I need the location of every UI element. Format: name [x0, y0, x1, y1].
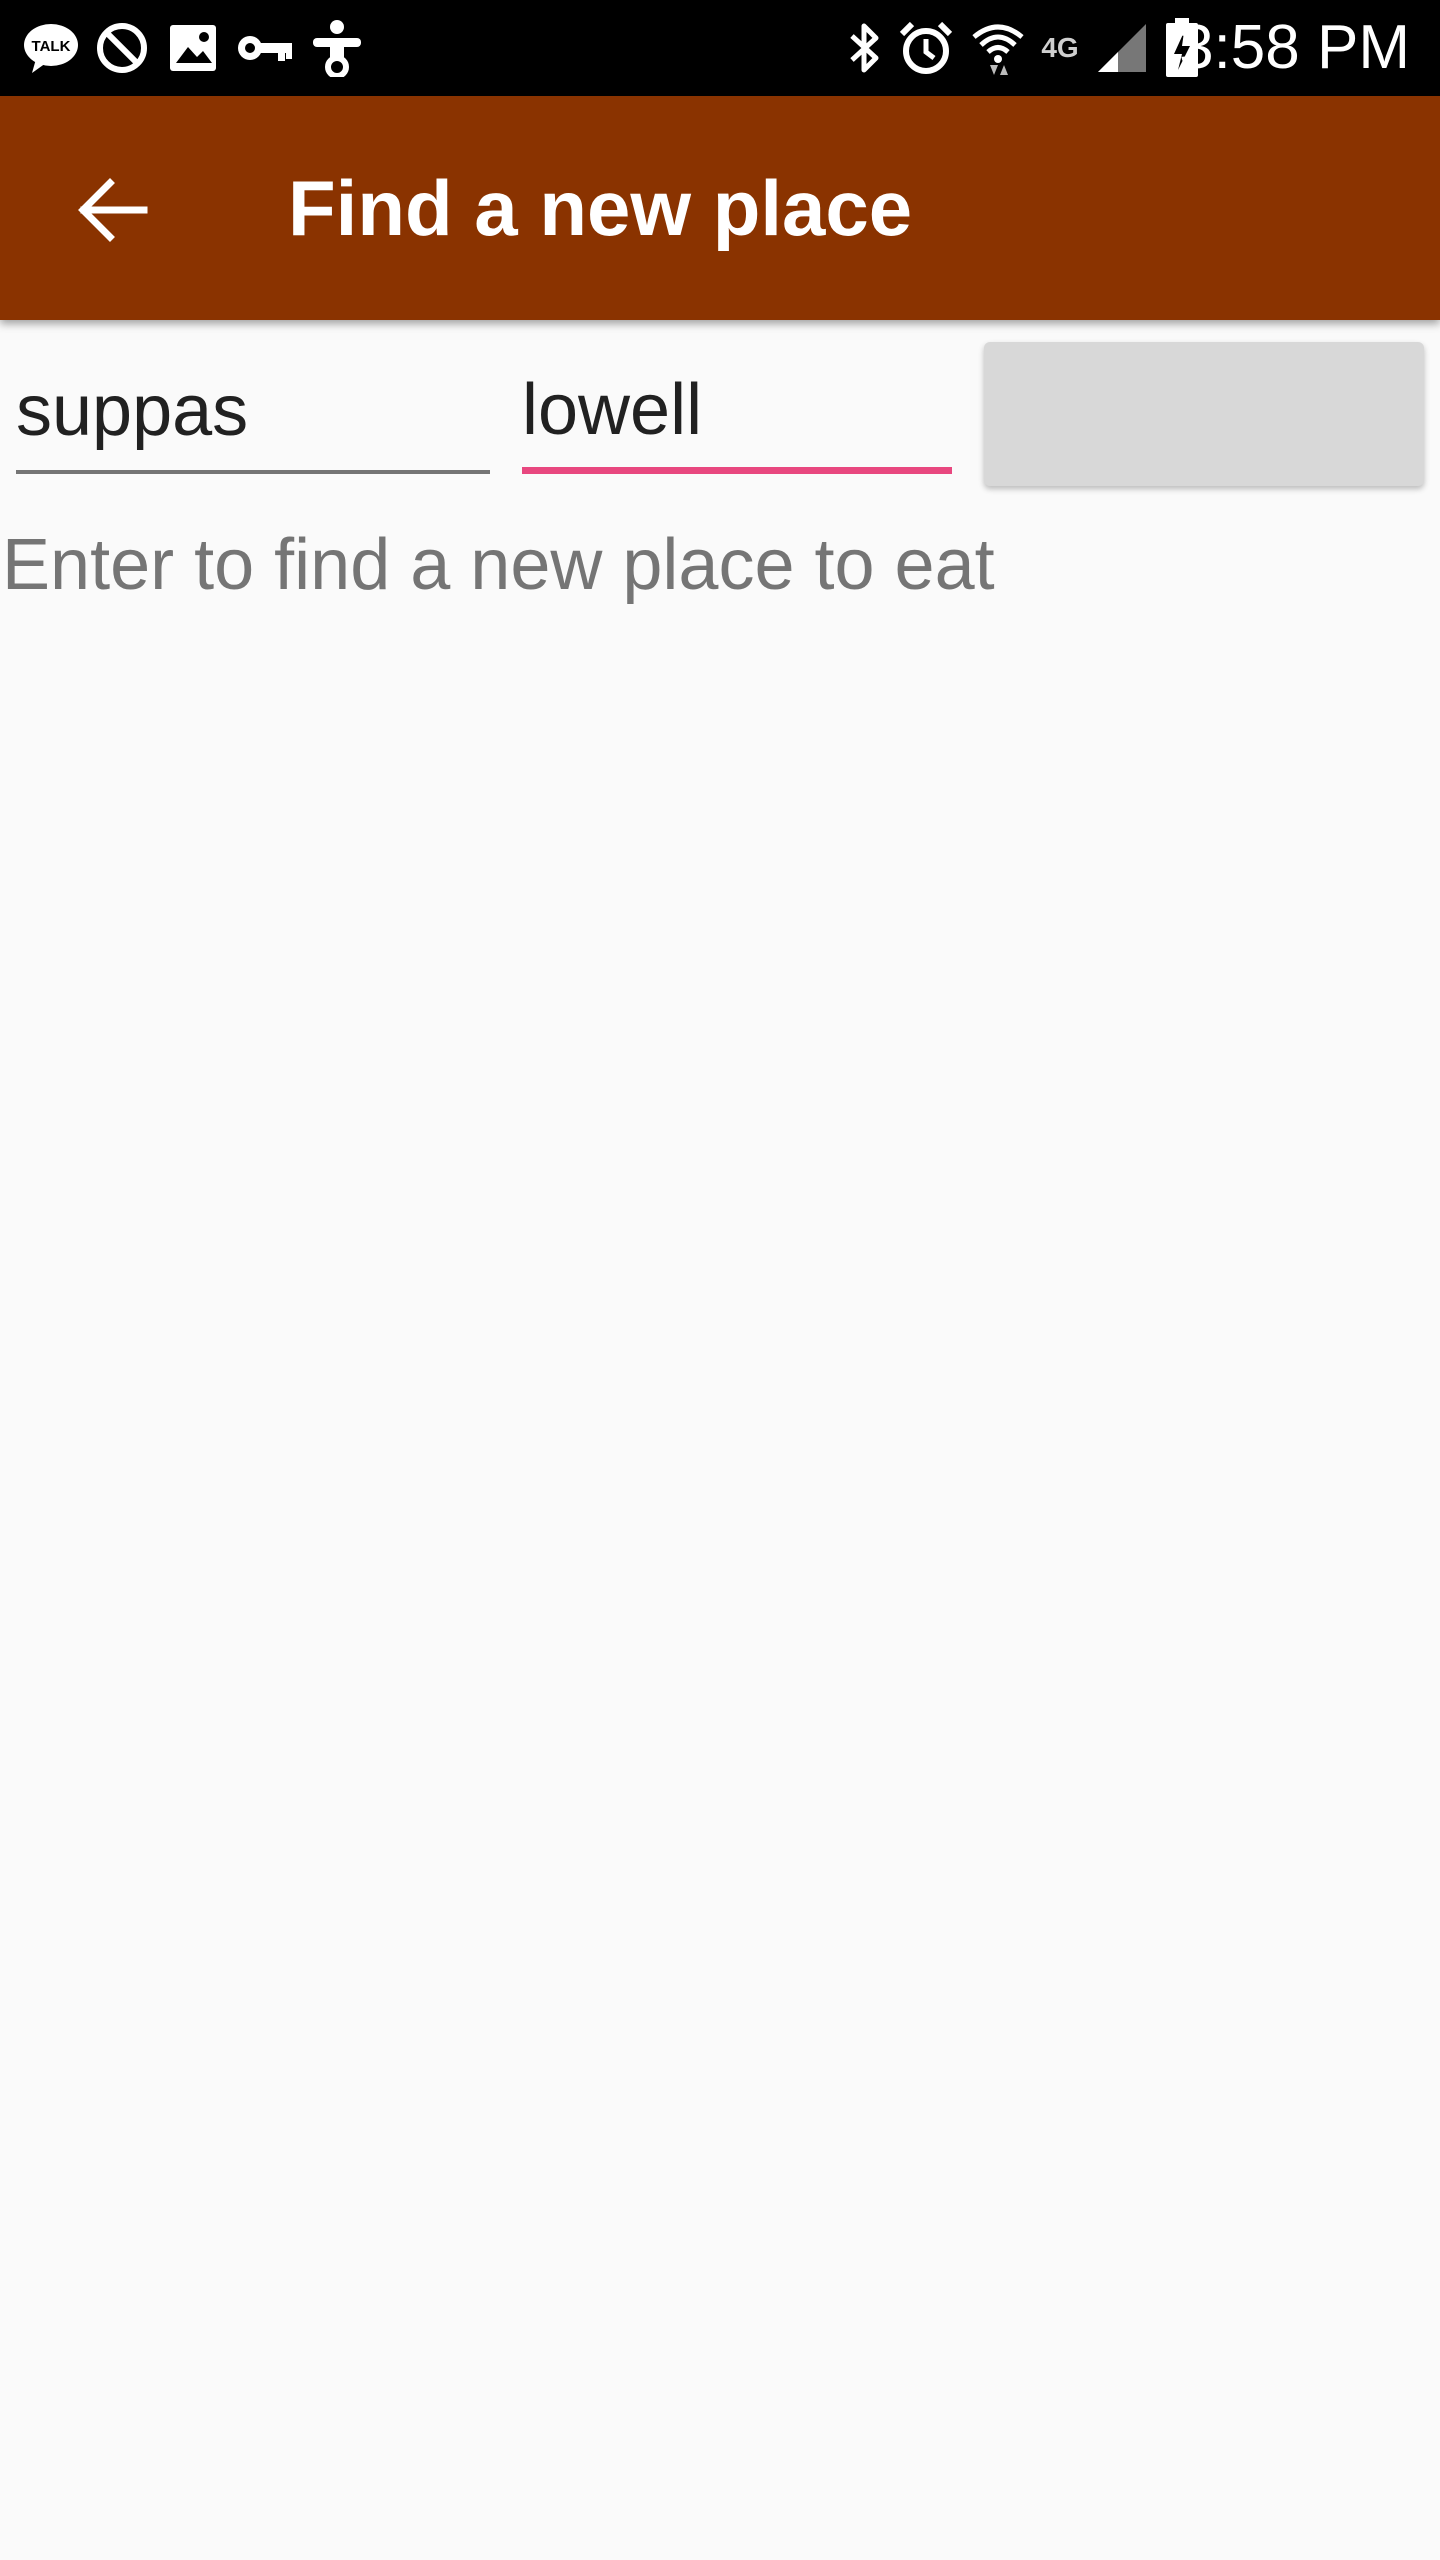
talk-icon: TALK [22, 18, 80, 78]
wifi-icon [968, 18, 1028, 78]
accessibility-icon [308, 18, 366, 78]
alarm-icon [896, 18, 956, 78]
bluetooth-icon [842, 18, 886, 78]
key-icon [236, 18, 294, 78]
block-icon [94, 18, 150, 78]
status-bar: TALK 4G 3:58 PM [0, 0, 1440, 96]
arrow-back-icon [78, 178, 148, 242]
location-input[interactable] [522, 352, 952, 474]
food-search-input[interactable] [16, 352, 490, 474]
image-icon [166, 18, 220, 78]
network-label: 4G [1041, 32, 1079, 63]
search-button[interactable] [984, 342, 1424, 486]
status-time: 3:58 PM [1179, 13, 1410, 82]
signal-icon [1094, 18, 1150, 78]
svg-text:TALK: TALK [32, 38, 71, 55]
lte-icon: 4G [1032, 18, 1088, 78]
helper-text: Enter to find a new place to eat [2, 525, 995, 605]
page-title: Find a new place [288, 164, 913, 252]
app-bar: Find a new place [0, 96, 1440, 320]
back-button[interactable] [50, 148, 174, 272]
